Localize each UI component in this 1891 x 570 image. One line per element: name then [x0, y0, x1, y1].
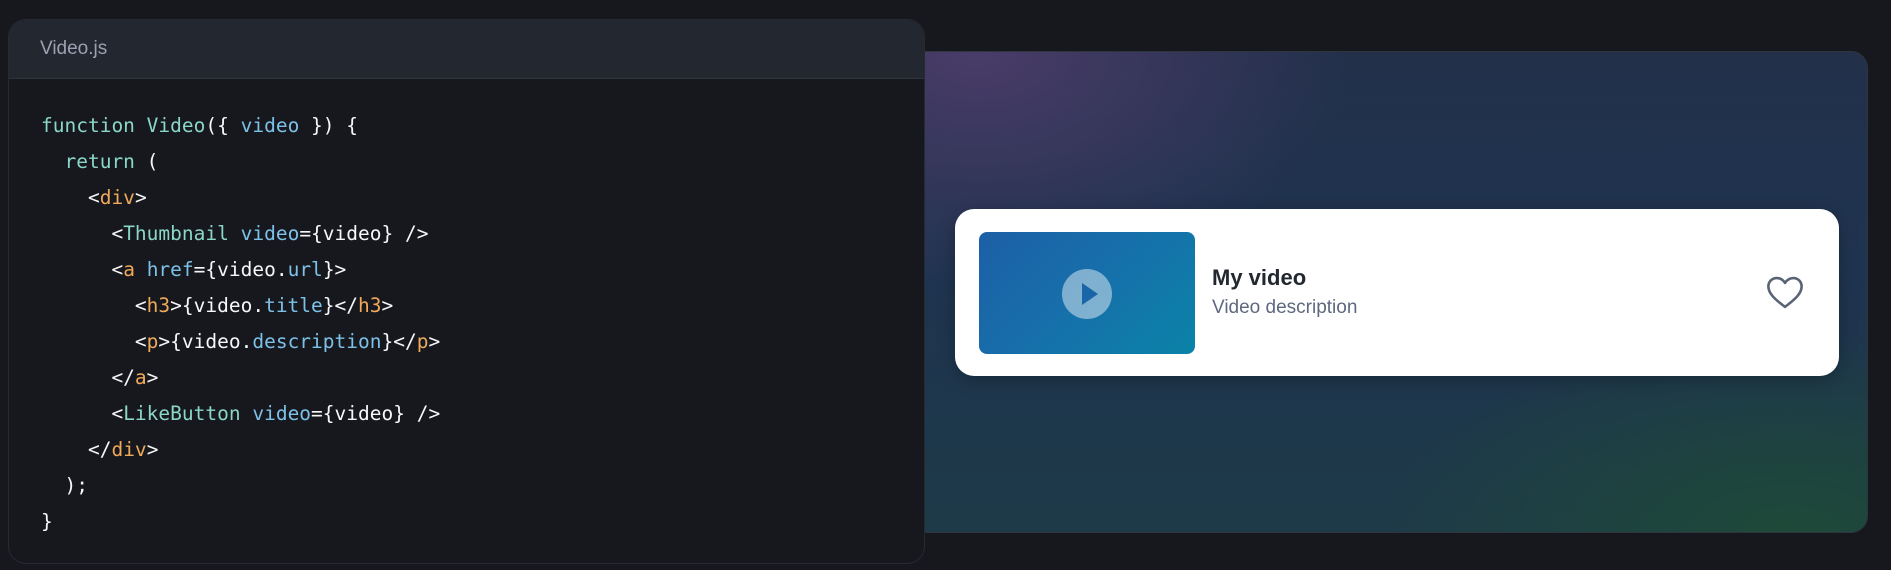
- code-editor: Video.js function Video({ video }) { ret…: [8, 19, 925, 564]
- code-line: function Video({ video }) {: [41, 114, 359, 137]
- code-block[interactable]: function Video({ video }) { return ( <di…: [41, 108, 440, 540]
- code-line: <a href={video.url}>: [41, 258, 347, 281]
- video-title[interactable]: My video: [1212, 265, 1306, 291]
- code-line: );: [41, 474, 88, 497]
- code-line: <LikeButton video={video} />: [41, 402, 441, 425]
- heart-icon: [1767, 276, 1803, 309]
- file-tab[interactable]: Video.js: [40, 38, 107, 60]
- code-line: <h3>{video.title}</h3>: [41, 294, 394, 317]
- video-card: My video Video description: [955, 209, 1839, 376]
- code-line: <p>{video.description}</p>: [41, 330, 441, 353]
- code-line: return (: [64, 150, 159, 173]
- video-description: Video description: [1212, 297, 1358, 318]
- play-icon[interactable]: [1062, 269, 1112, 319]
- video-thumbnail[interactable]: [979, 232, 1195, 354]
- code-line: </a>: [41, 366, 159, 389]
- code-line: }: [41, 510, 53, 533]
- like-button[interactable]: [1764, 271, 1806, 313]
- code-line: <div>: [41, 186, 147, 209]
- code-line: <Thumbnail video={video} />: [41, 222, 429, 245]
- editor-tab-bar: Video.js: [9, 20, 924, 79]
- code-line: </div>: [41, 438, 159, 461]
